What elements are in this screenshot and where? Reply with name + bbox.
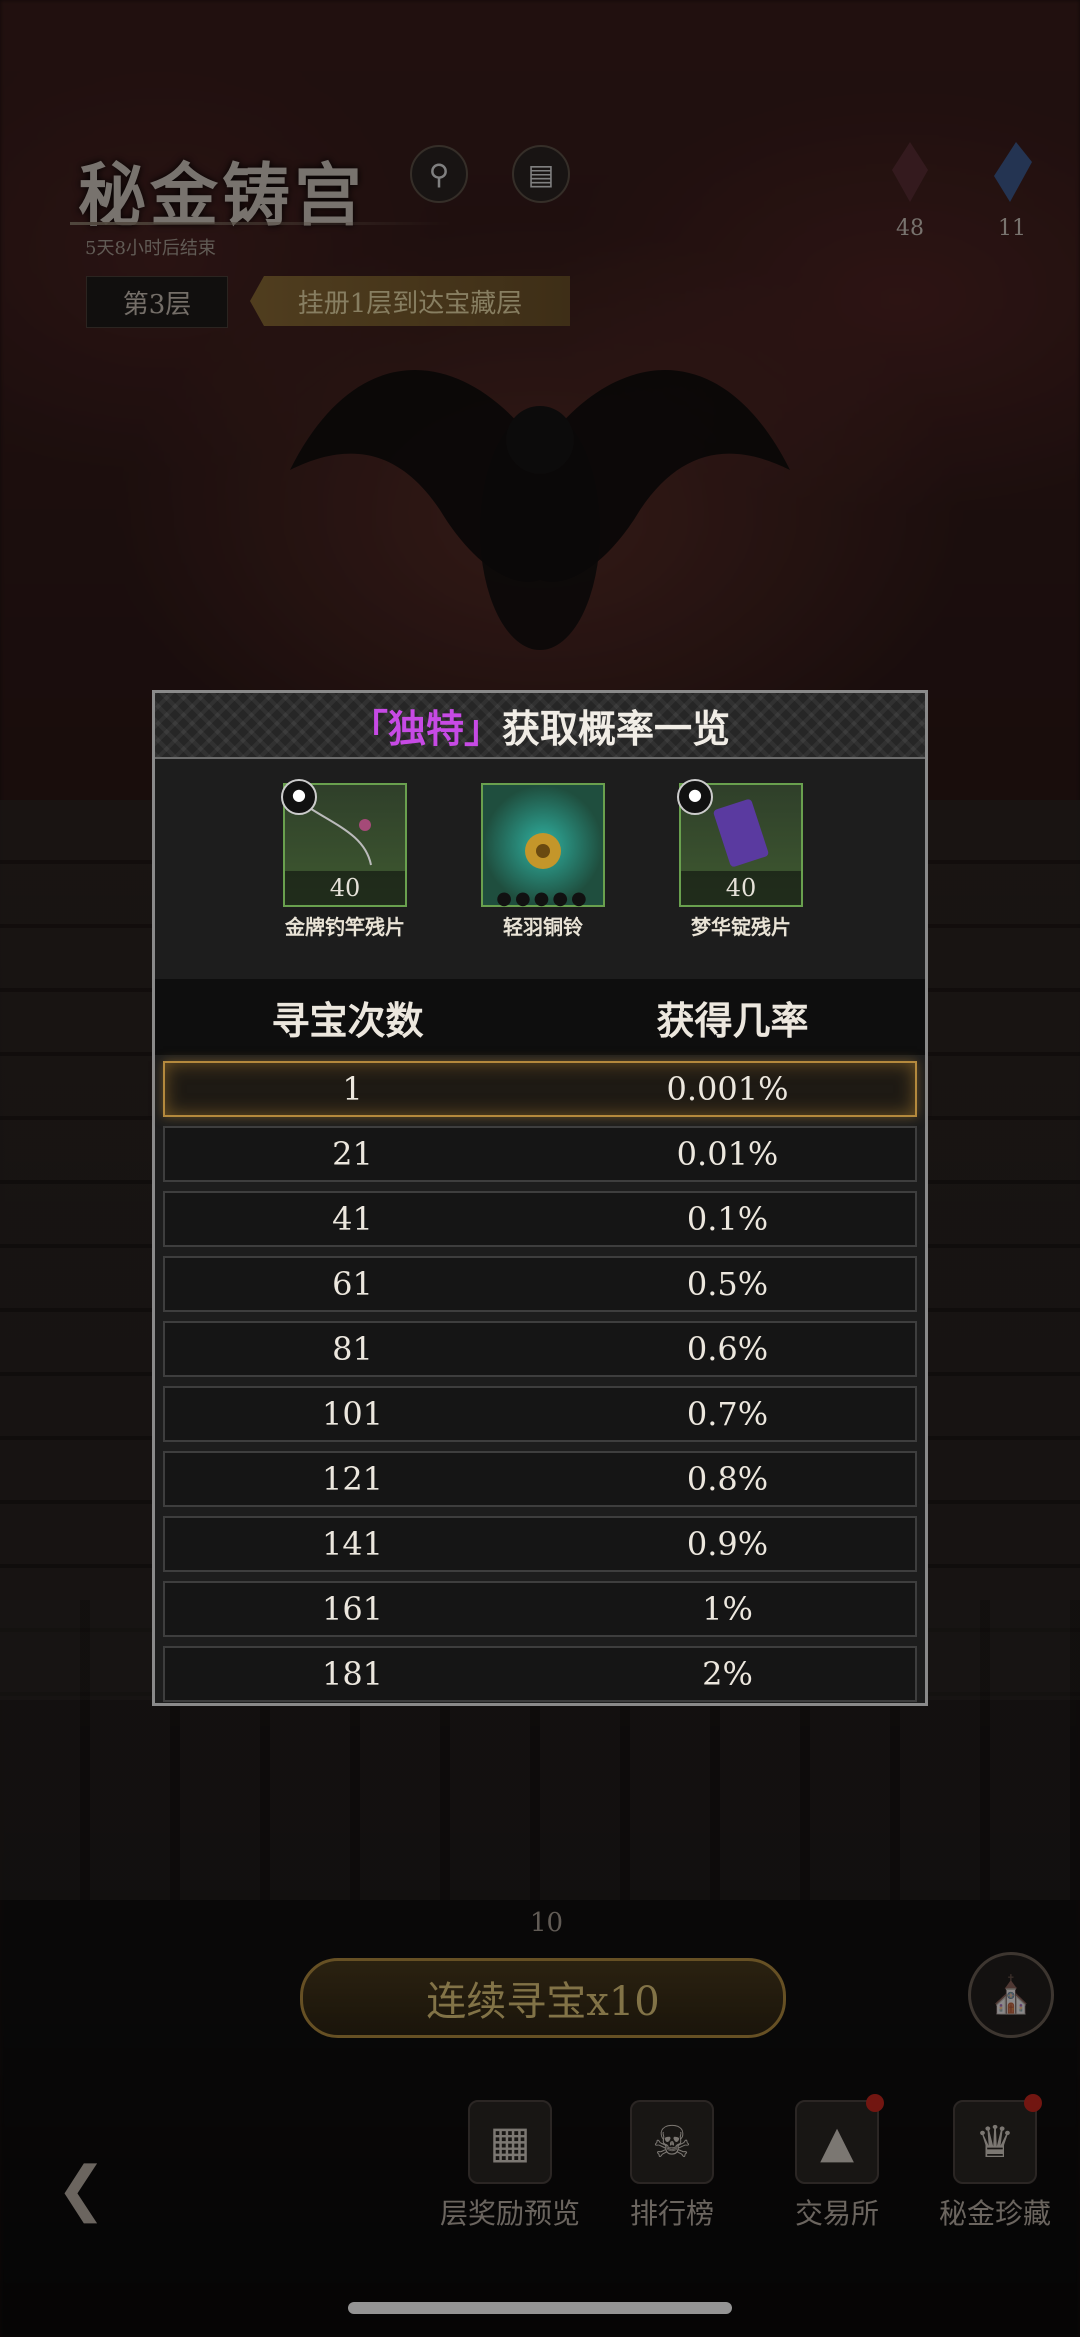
table-row: 161 1% — [163, 1581, 917, 1637]
reward-item[interactable]: 40 ● 金牌钓竿残片 — [279, 779, 411, 940]
reward-items: 40 ● 金牌钓竿残片 ●●●●● 轻羽铜铃 40 ● 梦华锭残片 — [155, 779, 925, 939]
item-name: 轻羽铜铃 — [503, 915, 583, 939]
row-rate: 0.001% — [666, 1070, 789, 1108]
modal-title-highlight: 独特 — [387, 705, 464, 751]
row-count: 121 — [321, 1460, 384, 1498]
table-row: 101 0.7% — [163, 1386, 917, 1442]
modal-title-open: 「 — [349, 705, 388, 751]
rabbit-tag-icon: ● — [281, 779, 317, 815]
modal-title: 「独特」获取概率一览 — [155, 693, 925, 759]
row-count: 141 — [321, 1525, 384, 1563]
row-count: 61 — [332, 1265, 373, 1303]
table-row: 141 0.9% — [163, 1516, 917, 1572]
row-rate: 0.8% — [686, 1460, 769, 1498]
modal-title-close: 」 — [464, 705, 503, 751]
item-name: 金牌钓竿残片 — [285, 915, 405, 939]
row-count: 21 — [332, 1135, 373, 1173]
item-qty: 40 — [681, 871, 801, 905]
row-count: 101 — [321, 1395, 384, 1433]
item-name: 梦华锭残片 — [691, 915, 791, 939]
reward-item[interactable]: 40 ● 梦华锭残片 — [675, 779, 807, 940]
row-rate: 1% — [702, 1590, 753, 1628]
item-icon-box: 40 ● — [281, 779, 407, 907]
row-count: 41 — [332, 1200, 373, 1238]
table-row: 61 0.5% — [163, 1256, 917, 1312]
rabbit-tag-icon: ● — [677, 779, 713, 815]
reward-item[interactable]: ●●●●● 轻羽铜铃 — [477, 783, 609, 940]
row-rate: 0.1% — [686, 1200, 769, 1238]
bell-icon — [525, 833, 561, 869]
row-count: 81 — [332, 1330, 373, 1368]
row-rate: 2% — [702, 1655, 753, 1693]
row-rate: 0.01% — [676, 1135, 779, 1173]
table-row: 41 0.1% — [163, 1191, 917, 1247]
row-rate: 0.9% — [686, 1525, 769, 1563]
table-row: 21 0.01% — [163, 1126, 917, 1182]
table-row: 81 0.6% — [163, 1321, 917, 1377]
table-header: 寻宝次数 获得几率 — [155, 979, 925, 1055]
row-count: 181 — [321, 1655, 384, 1693]
modal-title-text: 获取概率一览 — [502, 705, 731, 751]
row-rate: 0.7% — [686, 1395, 769, 1433]
column-header-rate: 获得几率 — [656, 997, 809, 1043]
item-qty: 40 — [285, 871, 405, 905]
row-rate: 0.5% — [686, 1265, 769, 1303]
column-header-count: 寻宝次数 — [271, 997, 424, 1043]
table-row: 181 2% — [163, 1646, 917, 1702]
star-dots: ●●●●● — [496, 888, 590, 909]
row-count: 161 — [321, 1590, 384, 1628]
item-icon-box: 40 ● — [677, 779, 803, 907]
probability-modal: 「独特」获取概率一览 40 ● 金牌钓竿残片 ●●●●● 轻羽铜铃 40 ● 梦… — [152, 690, 928, 1706]
row-count: 1 — [342, 1070, 363, 1108]
row-rate: 0.6% — [686, 1330, 769, 1368]
table-row: 1 0.001% — [163, 1061, 917, 1117]
item-icon-box: ●●●●● — [481, 783, 605, 909]
table-row: 121 0.8% — [163, 1451, 917, 1507]
